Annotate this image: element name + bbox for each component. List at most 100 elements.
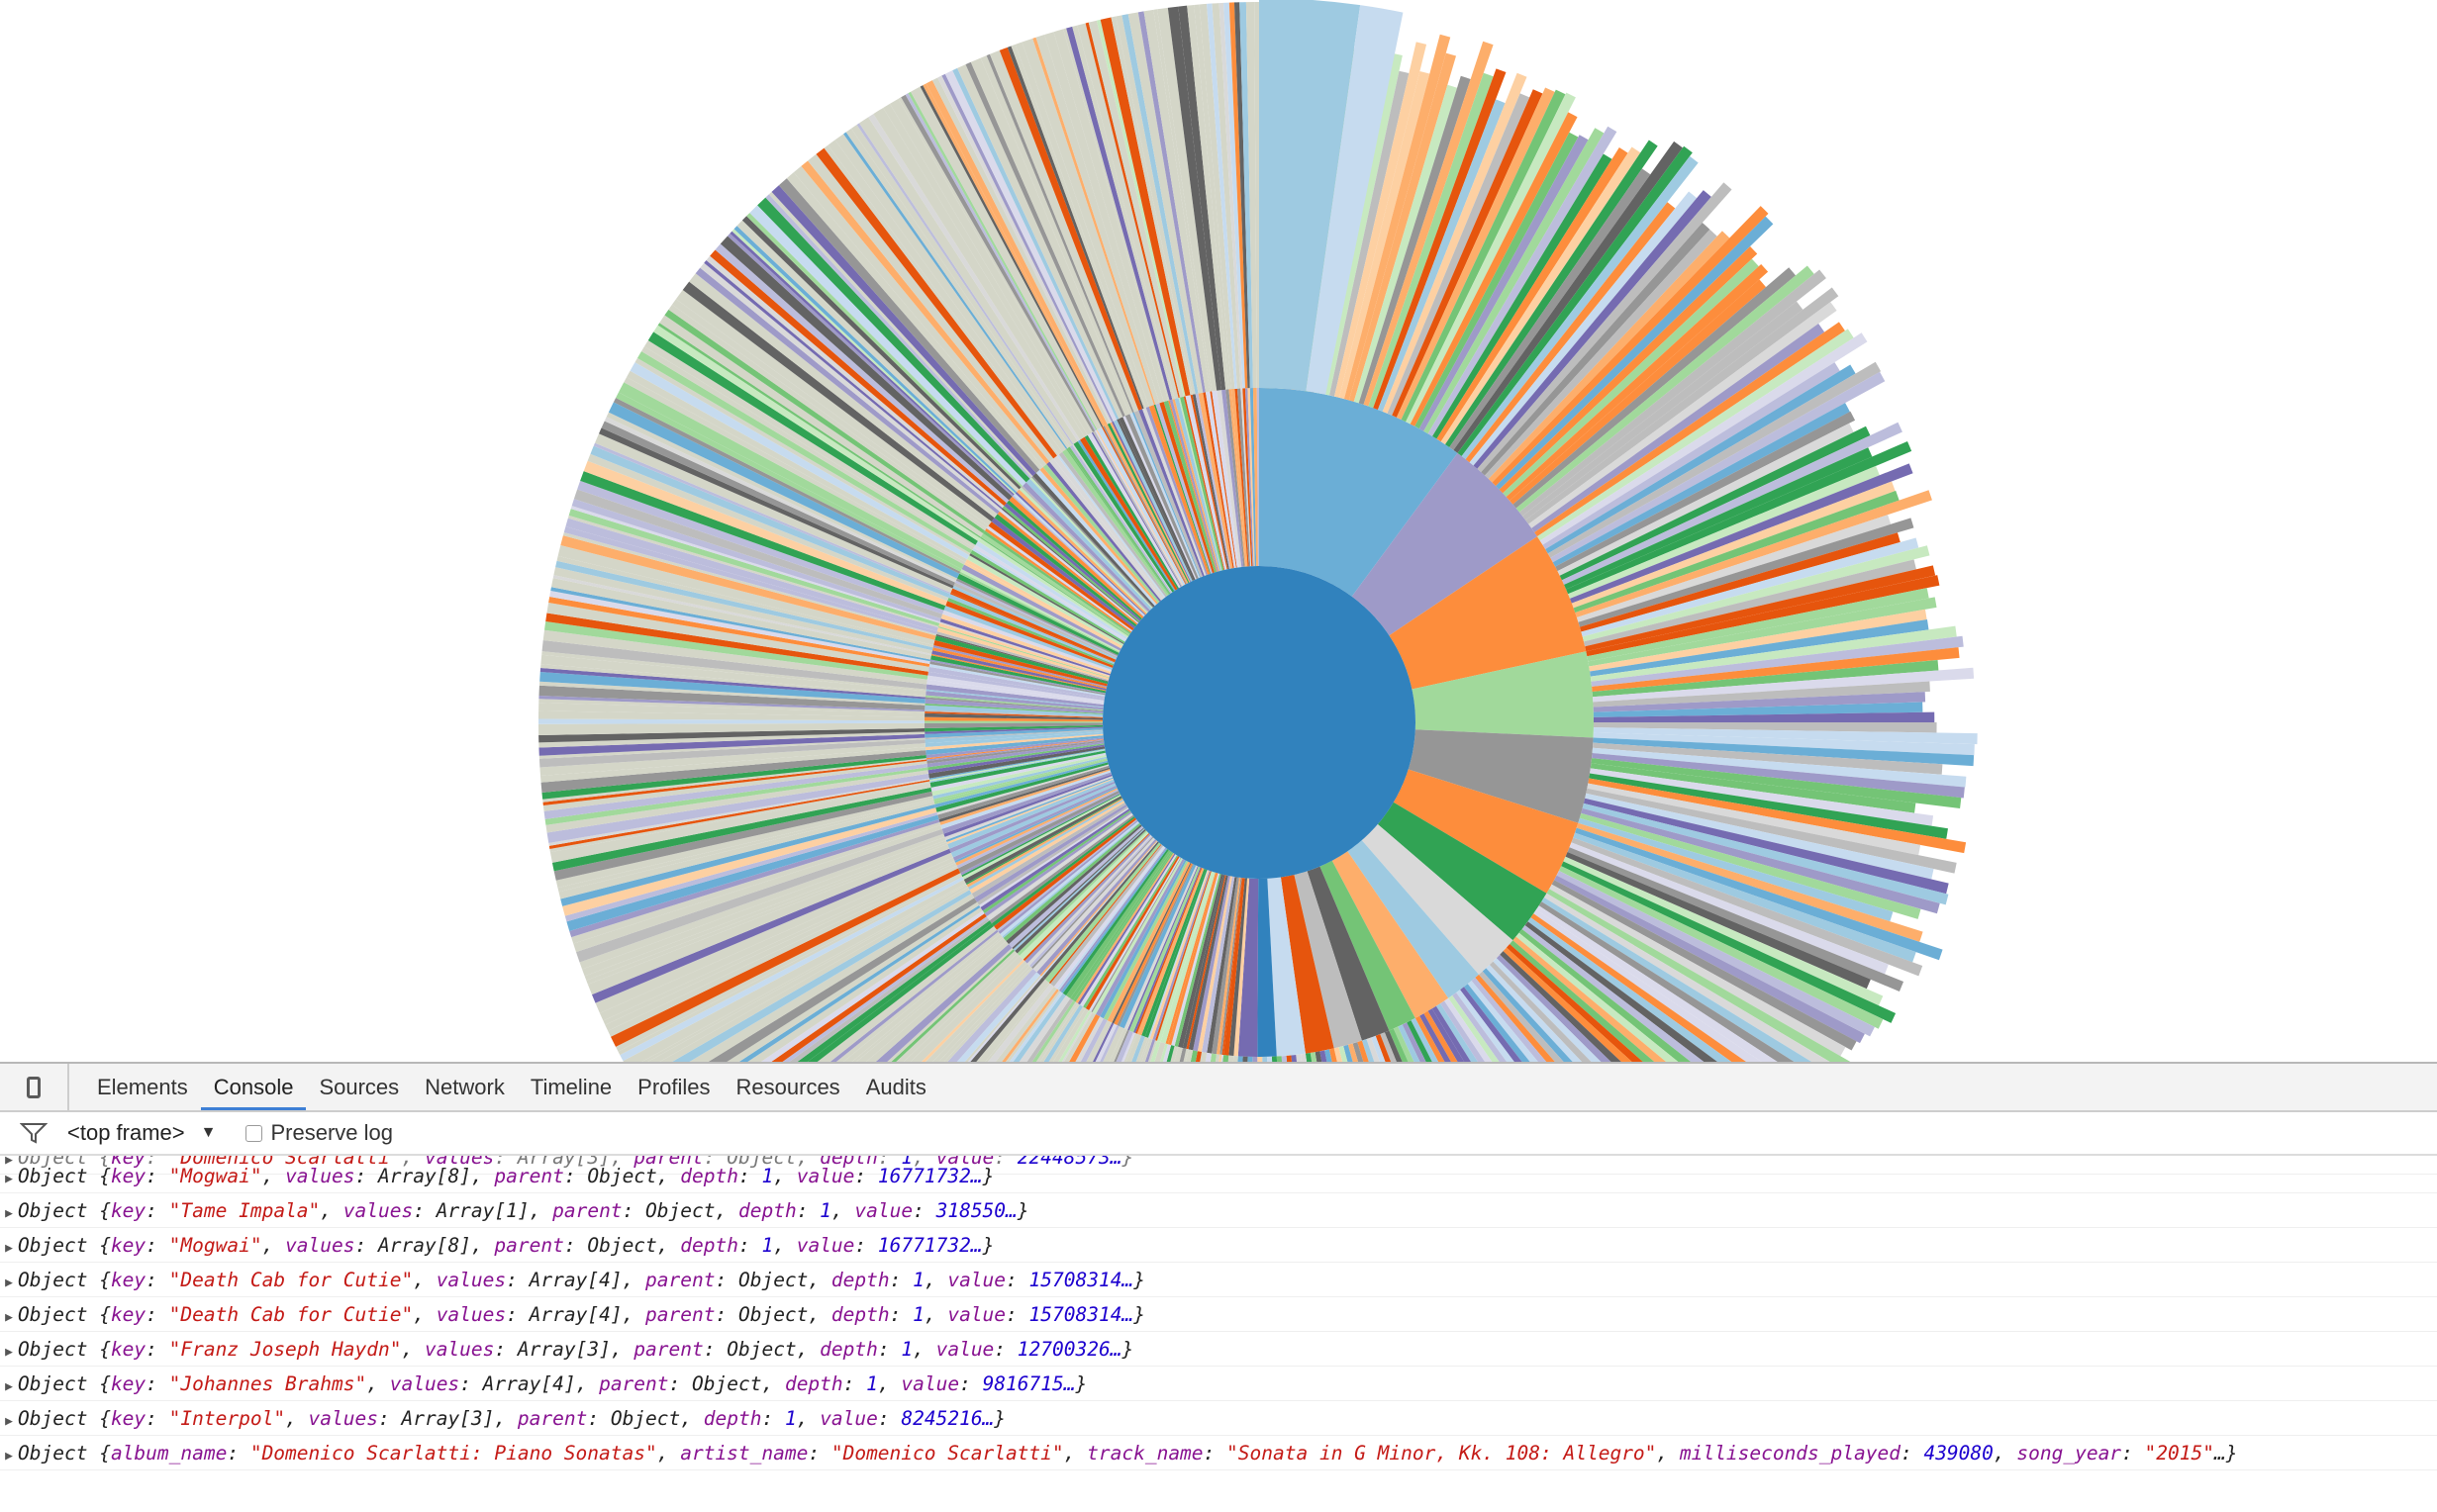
prop-artist-name-value: "Domenico Scarlatti" — [830, 1442, 1064, 1465]
expand-triangle-icon[interactable]: ▶ — [0, 1439, 18, 1473]
console-row-track[interactable]: ▶ Object {album_name: "Domenico Scarlatti… — [0, 1436, 2437, 1470]
expand-triangle-icon[interactable]: ▶ — [0, 1300, 18, 1335]
object-label: Object — [18, 1442, 88, 1465]
prop-values: values — [436, 1303, 507, 1326]
prop-depth-value: 1 — [784, 1407, 797, 1430]
prop-value: value — [820, 1407, 878, 1430]
prop-value: value — [796, 1234, 855, 1257]
console-row[interactable]: ▶ Object {key: "Mogwai", values: Array[8]… — [0, 1228, 2437, 1263]
prop-key: key — [110, 1269, 146, 1291]
prop-depth-value: 1 — [866, 1372, 878, 1395]
console-output[interactable]: ▶ Object {key: "Domenico Scarlatti", valu… — [0, 1156, 2437, 1512]
tab-console[interactable]: Console — [200, 1064, 307, 1110]
prop-values-value: Array[4] — [529, 1269, 623, 1291]
preserve-log-label: Preserve log — [270, 1120, 393, 1145]
prop-track-name: track_name — [1087, 1442, 1204, 1465]
expand-triangle-icon[interactable]: ▶ — [0, 1266, 18, 1300]
prop-value-value: 15708314… — [1028, 1303, 1134, 1326]
prop-values-value: Array[4] — [529, 1303, 623, 1326]
prop-key: key — [110, 1407, 146, 1430]
console-row[interactable]: ▶ Object {key: "Death Cab for Cutie", val… — [0, 1263, 2437, 1297]
prop-parent: parent — [645, 1269, 716, 1291]
prop-parent-value: Object — [727, 1338, 797, 1361]
prop-parent: parent — [552, 1199, 623, 1222]
prop-parent-value: Object — [737, 1303, 809, 1326]
object-label: Object — [18, 1372, 88, 1395]
console-row[interactable]: ▶ Object {key: "Johannes Brahms", values:… — [0, 1367, 2437, 1401]
tab-sources[interactable]: Sources — [306, 1064, 412, 1110]
tab-timeline[interactable]: Timeline — [518, 1064, 625, 1110]
prop-depth: depth — [703, 1407, 762, 1430]
prop-values: values — [342, 1199, 414, 1222]
prop-depth: depth — [830, 1303, 890, 1326]
sunburst-chart[interactable] — [0, 0, 2437, 1062]
object-label: Object — [18, 1199, 88, 1222]
expand-triangle-icon[interactable]: ▶ — [0, 1196, 18, 1231]
prop-parent: parent — [645, 1303, 716, 1326]
object-label: Object — [18, 1303, 88, 1326]
prop-values-value: Array[8] — [378, 1165, 471, 1187]
prop-key-value: "Interpol" — [168, 1407, 286, 1430]
prop-key: key — [110, 1199, 146, 1222]
prop-key: key — [110, 1372, 146, 1395]
prop-value: value — [947, 1303, 1007, 1326]
prop-value-value: 16771732… — [877, 1165, 983, 1187]
prop-value-value: 12700326… — [1017, 1338, 1122, 1361]
prop-key-value: "Johannes Brahms" — [168, 1372, 367, 1395]
tab-elements[interactable]: Elements — [84, 1064, 201, 1110]
prop-parent-value: Object — [692, 1372, 762, 1395]
prop-values-value: Array[3] — [517, 1338, 611, 1361]
console-row[interactable]: ▶ Object {key: "Franz Joseph Haydn", valu… — [0, 1332, 2437, 1367]
expand-triangle-icon[interactable]: ▶ — [0, 1231, 18, 1266]
prop-album-name: album_name — [110, 1442, 228, 1465]
expand-triangle-icon[interactable]: ▶ — [0, 1404, 18, 1439]
prop-depth: depth — [784, 1372, 843, 1395]
prop-parent-value: Object — [610, 1407, 681, 1430]
tab-audits[interactable]: Audits — [853, 1064, 939, 1110]
prop-depth-value: 1 — [913, 1303, 925, 1326]
prop-track-name-value: "Sonata in G Minor, Kk. 108: Allegro" — [1226, 1442, 1657, 1465]
expand-triangle-icon[interactable]: ▶ — [0, 1370, 18, 1404]
tab-network[interactable]: Network — [412, 1064, 518, 1110]
prop-depth: depth — [737, 1199, 797, 1222]
tab-profiles[interactable]: Profiles — [625, 1064, 723, 1110]
prop-parent: parent — [517, 1407, 588, 1430]
prop-parent-value: Object — [587, 1234, 657, 1257]
prop-key: key — [110, 1338, 146, 1361]
prop-values: values — [436, 1269, 507, 1291]
console-row[interactable]: ▶ Object {key: "Interpol", values: Array[… — [0, 1401, 2437, 1436]
prop-depth: depth — [680, 1234, 738, 1257]
frame-select[interactable]: <top frame> — [67, 1120, 185, 1146]
chevron-down-icon[interactable]: ▼ — [201, 1124, 217, 1142]
prop-values-value: Array[8] — [378, 1234, 471, 1257]
prop-key-value: "Mogwai" — [168, 1234, 262, 1257]
prop-value-value: 16771732… — [877, 1234, 983, 1257]
prop-song-year: song_year — [2016, 1442, 2122, 1465]
devtools-panel: Elements Console Sources Network Timeline Pro… — [0, 1062, 2437, 1510]
expand-triangle-icon[interactable]: ▶ — [0, 1335, 18, 1370]
filter-icon[interactable] — [20, 1121, 48, 1145]
prop-key: key — [110, 1303, 146, 1326]
object-label: Object — [18, 1407, 88, 1430]
prop-key-value: "Mogwai" — [168, 1165, 262, 1187]
sunburst-svg[interactable] — [0, 0, 2437, 1062]
prop-values: values — [285, 1234, 355, 1257]
prop-key-value: "Franz Joseph Haydn" — [168, 1338, 402, 1361]
console-row[interactable]: ▶ Object {key: "Tame Impala", values: Arr… — [0, 1193, 2437, 1228]
tab-resources[interactable]: Resources — [724, 1064, 853, 1110]
prop-depth: depth — [680, 1165, 738, 1187]
sunburst-center[interactable] — [1103, 566, 1415, 879]
prop-parent-value: Object — [645, 1199, 716, 1222]
prop-key: key — [110, 1234, 146, 1257]
object-label: Object — [18, 1165, 88, 1187]
preserve-log-checkbox[interactable] — [245, 1124, 263, 1142]
device-mode-icon[interactable] — [0, 1064, 69, 1110]
prop-value: value — [935, 1338, 995, 1361]
console-row[interactable]: ▶ Object {key: "Death Cab for Cutie", val… — [0, 1297, 2437, 1332]
prop-values-value: Array[1] — [436, 1199, 530, 1222]
prop-depth-value: 1 — [820, 1199, 831, 1222]
expand-triangle-icon[interactable]: ▶ — [0, 1162, 18, 1196]
console-row[interactable]: ▶ Object {key: "Mogwai", values: Array[8]… — [0, 1159, 2437, 1193]
prop-parent-value: Object — [737, 1269, 809, 1291]
prop-milliseconds-played: milliseconds_played — [1679, 1442, 1901, 1465]
